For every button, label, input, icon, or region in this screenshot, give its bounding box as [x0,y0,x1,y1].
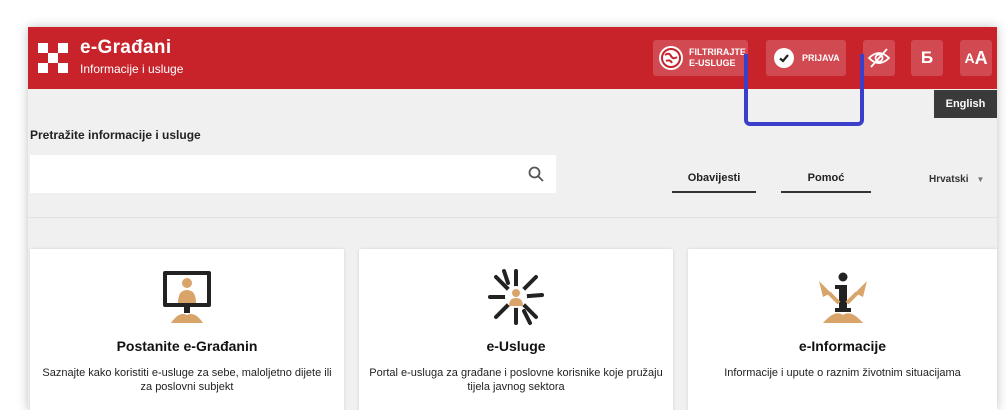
site-subtitle: Informacije i usluge [80,62,184,76]
globe-icon [659,46,683,70]
eye-slash-icon [867,48,891,68]
card-description: Informacije i upute o raznim životnim si… [724,367,961,379]
tab-obavijesti[interactable]: Obavijesti [672,172,756,193]
filter-label-line1: FILTRIRAJTE [689,47,746,57]
language-select[interactable]: Hrvatski ▼ [929,174,984,185]
language-select-value: Hrvatski [929,174,969,185]
card-description: Saznajte kako koristiti e-usluge za sebe… [42,367,332,393]
card-e-informacije[interactable]: e-Informacije Informacije i upute o razn… [688,249,997,410]
card-e-usluge[interactable]: e-Usluge Portal e-usluga za građane i po… [359,249,673,410]
login-highlight-box [744,54,864,126]
chevron-down-icon: ▼ [976,175,985,184]
person-at-computer-icon [163,271,211,323]
network-person-icon [488,269,544,325]
font-size-small-a: A [964,50,975,66]
card-title[interactable]: e-Informacije [688,338,997,354]
section-divider [28,217,997,218]
search-label: Pretražite informacije i usluge [30,128,201,142]
card-description: Portal e-usluga za građane i poslovne ko… [369,367,663,393]
english-language-link[interactable]: English [934,90,997,118]
browser-viewport: e-Građani Informacije i usluge FILTRIRAJ… [28,27,997,410]
font-size-button[interactable]: AA [960,40,992,76]
info-person-icon [818,272,867,323]
hide-visuals-button[interactable] [863,40,895,76]
cyrillic-b-icon: Б [920,48,934,67]
logo-checkerboard-icon[interactable] [38,43,68,73]
site-title[interactable]: e-Građani [80,37,171,59]
filter-services-button[interactable]: FILTRIRAJTE E-USLUGE [653,40,748,76]
font-size-big-a: A [974,47,988,68]
card-title[interactable]: e-Usluge [359,338,673,354]
search-input[interactable] [30,155,556,193]
card-postanite-e-gradanin[interactable]: Postanite e-Građanin Saznajte kako koris… [30,249,344,410]
tab-pomoc[interactable]: Pomoć [781,172,871,193]
script-toggle-button[interactable]: Б [911,40,943,76]
search-icon[interactable] [528,166,544,182]
card-title[interactable]: Postanite e-Građanin [30,338,344,354]
filter-services-label: FILTRIRAJTE E-USLUGE [689,47,746,69]
filter-label-line2: E-USLUGE [689,58,736,68]
